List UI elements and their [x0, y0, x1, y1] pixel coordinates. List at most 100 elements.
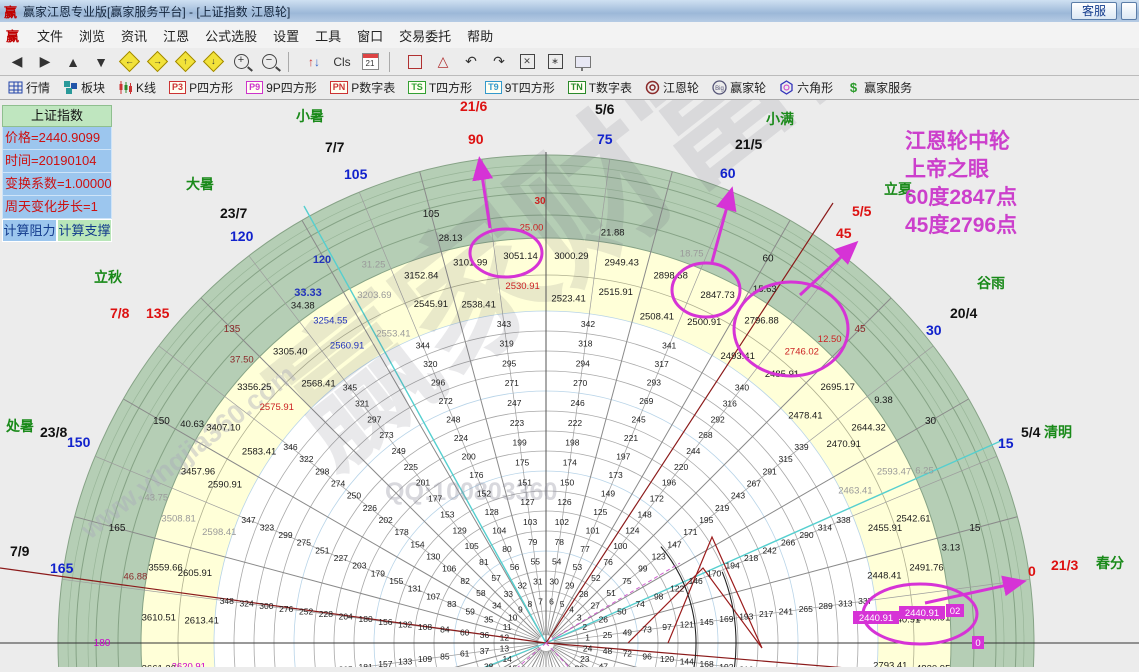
screen-icon[interactable]: [572, 52, 594, 72]
updown-arrows-icon[interactable]: ↑↓: [303, 52, 325, 72]
svg-text:74: 74: [635, 599, 645, 609]
view-button-9[interactable]: 江恩轮: [645, 79, 699, 96]
view-button-6[interactable]: TS T四方形: [408, 79, 472, 96]
info-panel: 上证指数 价格=2440.9099 时间=20190104 变换系数=1.00000…: [2, 105, 112, 242]
customer-service-button[interactable]: 客服: [1070, 2, 1117, 20]
svg-text:处暑: 处暑: [5, 418, 34, 434]
back-icon[interactable]: ◀: [6, 52, 28, 72]
view-button-label: T数字表: [588, 81, 633, 95]
svg-text:36: 36: [480, 630, 490, 640]
svg-text:105: 105: [423, 209, 440, 220]
restore-icon[interactable]: ∗: [544, 52, 566, 72]
svg-text:02: 02: [950, 606, 961, 617]
panel-row-0: 价格=2440.9099: [2, 127, 112, 150]
view-button-12[interactable]: $ 赢家服务: [846, 79, 912, 96]
svg-text:29: 29: [565, 581, 575, 591]
menu-item-9[interactable]: 帮助: [459, 26, 501, 45]
menu-item-7[interactable]: 窗口: [349, 26, 391, 45]
maximize-icon[interactable]: ✕: [516, 52, 538, 72]
rotate-ccw-icon[interactable]: ↶: [460, 52, 482, 72]
svg-text:174: 174: [563, 458, 577, 468]
view-button-7[interactable]: T9 9T四方形: [485, 79, 555, 96]
view-button-2[interactable]: K线: [118, 79, 156, 96]
view-button-1[interactable]: 板块: [63, 79, 105, 96]
cls-button[interactable]: Cls: [331, 52, 353, 72]
view-button-10[interactable]: Big 赢家轮: [712, 79, 766, 96]
svg-text:55: 55: [531, 557, 541, 567]
square-tool-icon[interactable]: [404, 52, 426, 72]
svg-text:221: 221: [624, 433, 638, 443]
calendar-icon[interactable]: 21: [359, 52, 381, 72]
forward-icon[interactable]: ▶: [34, 52, 56, 72]
menu-item-4[interactable]: 公式选股: [197, 26, 265, 45]
svg-text:296: 296: [431, 378, 445, 388]
triangle-tool-icon[interactable]: △: [432, 52, 454, 72]
menu-item-1[interactable]: 浏览: [71, 26, 113, 45]
partial-button[interactable]: [1121, 2, 1137, 20]
menu-item-0[interactable]: 文件: [29, 26, 71, 45]
svg-text:3610.51: 3610.51: [142, 613, 176, 624]
svg-text:198: 198: [565, 438, 579, 448]
diamond-left-icon[interactable]: ←: [118, 50, 140, 73]
svg-text:21/5: 21/5: [735, 136, 762, 152]
svg-text:157: 157: [378, 659, 392, 667]
view-button-11[interactable]: 六角形: [779, 79, 833, 96]
diamond-up-icon[interactable]: ↑: [174, 50, 196, 73]
menu-bar: 赢 文件 浏览 资讯 江恩 公式选股 设置 工具 窗口 交易委托 帮助: [0, 22, 1139, 49]
menu-items: 文件 浏览 资讯 江恩 公式选股 设置 工具 窗口 交易委托 帮助: [29, 26, 501, 45]
svg-text:35: 35: [484, 614, 494, 624]
menu-item-8[interactable]: 交易委托: [391, 26, 459, 45]
diamond-right-icon[interactable]: →: [146, 50, 168, 73]
svg-text:275: 275: [297, 538, 311, 548]
svg-text:4830.95: 4830.95: [916, 663, 950, 667]
svg-text:81: 81: [479, 557, 489, 567]
calc-support-button[interactable]: 计算支撑: [57, 219, 112, 242]
svg-text:318: 318: [578, 339, 592, 349]
view-button-4[interactable]: P9 9P四方形: [246, 79, 317, 96]
wheel-icon: [645, 80, 660, 95]
svg-text:7: 7: [538, 596, 543, 606]
svg-text:199: 199: [513, 438, 527, 448]
zoom-out-icon[interactable]: −: [258, 52, 280, 72]
calc-resistance-button[interactable]: 计算阻力: [2, 219, 57, 242]
up-icon[interactable]: ▲: [62, 52, 84, 72]
svg-text:32: 32: [518, 581, 528, 591]
svg-text:61: 61: [460, 649, 470, 659]
menu-item-5[interactable]: 设置: [265, 26, 307, 45]
svg-text:324: 324: [240, 599, 254, 609]
svg-text:43.75: 43.75: [144, 492, 168, 503]
menu-item-6[interactable]: 工具: [307, 26, 349, 45]
svg-text:24: 24: [583, 644, 593, 654]
svg-text:202: 202: [379, 515, 393, 525]
svg-text:2590.91: 2590.91: [208, 480, 242, 491]
view-button-3[interactable]: P3 P四方形: [169, 79, 233, 96]
view-button-label: 9T四方形: [504, 81, 555, 95]
svg-text:313: 313: [838, 599, 852, 609]
svg-text:133: 133: [398, 657, 412, 667]
svg-text:7/7: 7/7: [325, 139, 345, 155]
zoom-in-icon[interactable]: +: [230, 52, 252, 72]
svg-text:34: 34: [492, 600, 502, 610]
menu-item-3[interactable]: 江恩: [155, 26, 197, 45]
diamond-down-icon[interactable]: ↓: [202, 50, 224, 73]
svg-text:251: 251: [315, 545, 329, 555]
menu-item-2[interactable]: 资讯: [113, 26, 155, 45]
svg-text:3000.29: 3000.29: [554, 251, 588, 262]
svg-text:172: 172: [650, 494, 664, 504]
svg-text:7/9: 7/9: [10, 543, 30, 559]
svg-text:109: 109: [418, 654, 432, 664]
toolbar-separator: [288, 51, 295, 72]
view-button-0[interactable]: 行情: [8, 79, 50, 96]
view-button-5[interactable]: PN P数字表: [329, 79, 395, 96]
view-button-8[interactable]: TN T数字表: [567, 79, 633, 96]
toolbar-main: ◀ ▶ ▲ ▼ ← → ↑ ↓ + − ↑↓ Cls 21 △ ↶ ↷ ✕ ∗: [0, 48, 1139, 76]
svg-text:15: 15: [508, 664, 518, 667]
blocks-icon: [64, 81, 78, 94]
down-icon[interactable]: ▼: [90, 52, 112, 72]
svg-text:3508.81: 3508.81: [161, 513, 195, 524]
rotate-cw-icon[interactable]: ↷: [488, 52, 510, 72]
svg-text:2: 2: [582, 622, 587, 632]
panel-row-2: 变换系数=1.00000: [2, 173, 112, 196]
svg-text:28: 28: [579, 589, 589, 599]
svg-text:清明: 清明: [1044, 424, 1072, 440]
